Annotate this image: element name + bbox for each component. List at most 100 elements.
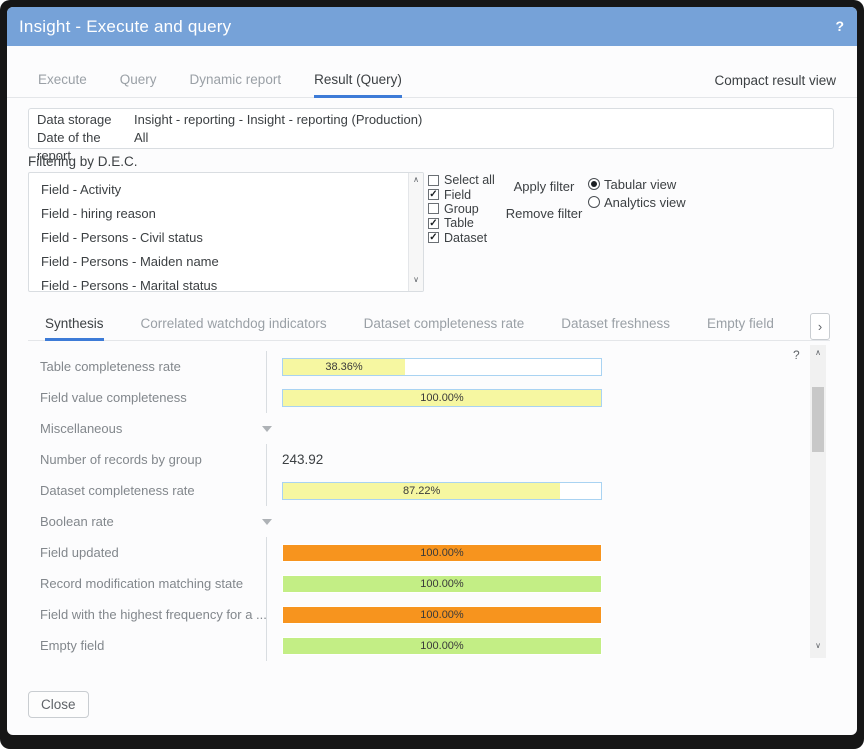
result-row: Miscellaneous [28, 413, 810, 444]
result-row: Field updated 100.00% [28, 537, 810, 568]
result-tab-row: Synthesis Correlated watchdog indicators D… [28, 312, 809, 341]
help-icon[interactable]: ? [835, 7, 844, 46]
result-row-label: Dataset completeness rate [40, 475, 195, 506]
result-row: Boolean rate [28, 506, 810, 537]
checkbox-group[interactable]: Group [428, 202, 495, 216]
result-bar: 100.00% [282, 544, 602, 562]
checkbox-field[interactable]: ✓Field [428, 187, 495, 201]
result-bar-fill: 100.00% [283, 390, 601, 406]
result-bar-value: 100.00% [283, 607, 601, 623]
result-bar: 100.00% [282, 637, 602, 655]
result-row-label: Field value completeness [40, 382, 187, 413]
radio-label: Tabular view [604, 177, 676, 192]
checkbox-icon: ✓ [428, 218, 439, 229]
result-bar-value: 100.00% [283, 390, 601, 406]
results-rows: Table completeness rate38.36%Field value… [28, 345, 810, 661]
result-row: Field value completeness 100.00% [28, 382, 810, 413]
result-bar: 87.22% [282, 482, 602, 500]
result-row-label: Field updated [40, 537, 119, 568]
tab-execute[interactable]: Execute [38, 69, 87, 98]
result-row: Empty field 100.00% [28, 630, 810, 661]
report-info-label: Data storage [37, 111, 134, 129]
remove-filter-link[interactable]: Remove filter [505, 206, 583, 221]
result-tab-correlated-watchdog-indicators[interactable]: Correlated watchdog indicators [141, 312, 327, 341]
result-bar-fill: 87.22% [283, 483, 560, 499]
results-scrollbar[interactable]: ∧ ∨ [810, 345, 826, 658]
report-info-row: Date of the reportAll [37, 129, 825, 165]
result-bar-fill: 100.00% [283, 607, 601, 623]
checkbox-icon [428, 175, 439, 186]
dec-filter-listbox[interactable]: Field - ActivityField - hiring reasonFie… [28, 172, 424, 292]
view-mode-radios: Tabular viewAnalytics view [588, 175, 686, 211]
filtering-label: Filtering by D.E.C. [28, 154, 138, 169]
collapse-arrow-icon[interactable] [262, 519, 272, 525]
apply-filter-link[interactable]: Apply filter [505, 179, 583, 194]
result-bar-fill: 100.00% [283, 576, 601, 592]
result-bar: 100.00% [282, 606, 602, 624]
result-row-value: 243.92 [282, 444, 323, 475]
radio-icon [588, 196, 600, 208]
list-item[interactable]: Field - Persons - Maiden name [29, 250, 408, 274]
list-item[interactable]: Field - Activity [29, 178, 408, 202]
insight-dialog: Insight - Execute and query ? Execute Que… [7, 7, 857, 735]
checkbox-label: Table [444, 216, 474, 230]
report-info-box: Data storageInsight - reporting - Insigh… [28, 108, 834, 149]
checkbox-icon: ✓ [428, 232, 439, 243]
row-divider [266, 568, 267, 599]
result-bar-value: 100.00% [283, 576, 601, 592]
radio-icon [588, 178, 600, 190]
tab-result-query-[interactable]: Result (Query) [314, 69, 402, 98]
row-divider [266, 351, 267, 382]
result-tab-dataset-freshness[interactable]: Dataset freshness [561, 312, 670, 341]
screenshot-frame: Insight - Execute and query ? Execute Que… [0, 0, 864, 749]
tab-query[interactable]: Query [120, 69, 157, 98]
dec-filter-items: Field - ActivityField - hiring reasonFie… [29, 173, 408, 291]
listbox-scrollbar[interactable]: ∧ ∨ [408, 173, 423, 291]
row-divider [266, 444, 267, 475]
result-row-label: Empty field [40, 630, 104, 661]
checkbox-select-all[interactable]: Select all [428, 173, 495, 187]
result-bar-fill: 100.00% [283, 545, 601, 561]
result-tab-dataset-completeness-rate[interactable]: Dataset completeness rate [364, 312, 525, 341]
collapse-arrow-icon[interactable] [262, 426, 272, 432]
tab-dynamic-report[interactable]: Dynamic report [190, 69, 282, 98]
result-bar: 38.36% [282, 358, 602, 376]
tab-overflow-button[interactable]: › [810, 313, 830, 340]
checkbox-table[interactable]: ✓ Table [428, 216, 495, 230]
scroll-up-icon[interactable]: ∧ [810, 348, 826, 362]
scroll-up-icon[interactable]: ∧ [409, 175, 423, 189]
result-row-label: Record modification matching state [40, 568, 243, 599]
close-button[interactable]: Close [28, 691, 89, 718]
compact-result-view-link[interactable]: Compact result view [714, 73, 836, 88]
dialog-title: Insight - Execute and query [19, 7, 231, 46]
scroll-down-icon[interactable]: ∨ [409, 275, 423, 289]
result-tab-empty-field[interactable]: Empty field [707, 312, 774, 341]
checkbox-dataset[interactable]: ✓Dataset [428, 231, 495, 245]
radio-tabular-view[interactable]: Tabular view [588, 175, 686, 193]
checkbox-label: Field [444, 188, 471, 202]
chevron-right-icon: › [818, 319, 822, 334]
checkbox-icon [428, 203, 439, 214]
list-item[interactable]: Field - Persons - Civil status [29, 226, 408, 250]
result-row-label: Number of records by group [40, 444, 202, 475]
scroll-down-icon[interactable]: ∨ [810, 641, 826, 655]
filter-type-checkboxes: Select all✓FieldGroup✓Table✓Dataset [428, 173, 495, 245]
report-info-value: Insight - reporting - Insight - reportin… [134, 111, 422, 129]
filter-actions: Apply filter Remove filter [505, 179, 583, 233]
row-divider [266, 599, 267, 630]
title-bar: Insight - Execute and query ? [7, 7, 857, 46]
list-item[interactable]: Field - Persons - Marital status [29, 274, 408, 292]
scrollbar-thumb[interactable] [812, 387, 824, 452]
checkbox-label: Group [444, 202, 479, 216]
result-bar: 100.00% [282, 575, 602, 593]
result-row-label: Boolean rate [40, 506, 114, 537]
result-bar-fill: 38.36% [283, 359, 405, 375]
radio-analytics-view[interactable]: Analytics view [588, 193, 686, 211]
report-info-row: Data storageInsight - reporting - Insigh… [37, 111, 825, 129]
result-tab-synthesis[interactable]: Synthesis [45, 312, 104, 341]
result-bar-value: 100.00% [283, 545, 601, 561]
result-bar-value: 100.00% [283, 638, 601, 654]
row-divider [266, 537, 267, 568]
result-row: Field with the highest frequency for a .… [28, 599, 810, 630]
list-item[interactable]: Field - hiring reason [29, 202, 408, 226]
